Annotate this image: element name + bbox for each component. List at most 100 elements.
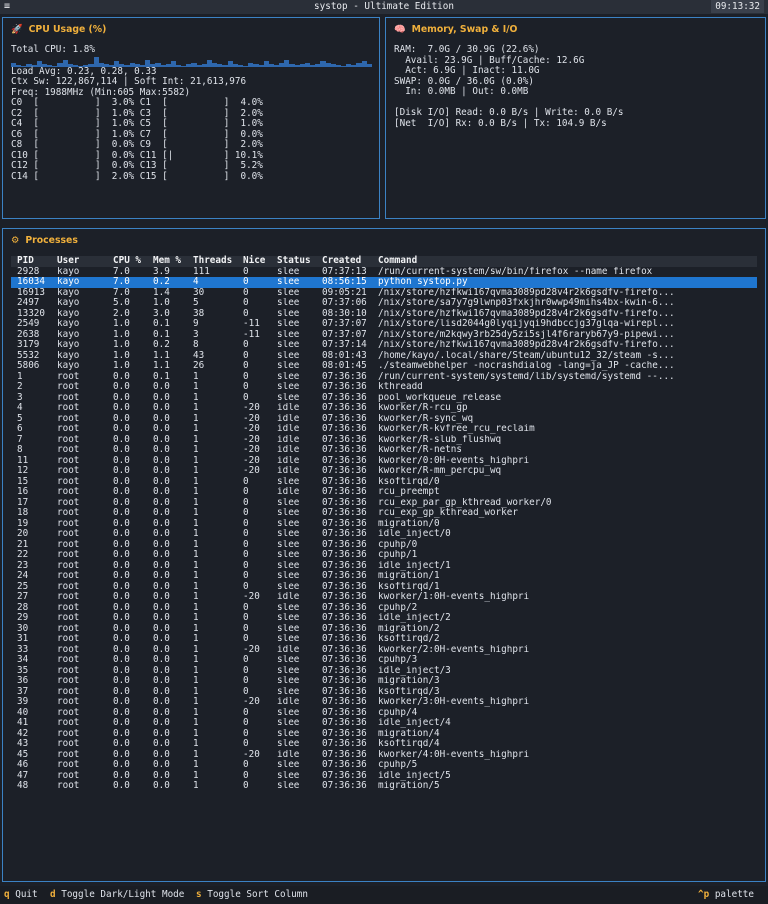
table-row[interactable]: 35 root 0.0 0.0 1 0 slee 07:36:36 idle_inject/3 bbox=[11, 666, 757, 677]
table-cell: 1 bbox=[193, 665, 199, 676]
table-cell: 1 bbox=[193, 770, 199, 781]
table-row[interactable]: 27 root 0.0 0.0 1 -20 idle 07:36:36 kworker/1:0H… bbox=[11, 592, 757, 603]
table-row[interactable]: 2549 kayo 1.0 0.1 9 -11 slee 07:37:07/nix/store… bbox=[11, 319, 757, 330]
table-row[interactable]: 48 root 0.0 0.0 1 0 slee 07:36:36 migration/5 bbox=[11, 781, 757, 792]
process-table[interactable]: PID User CPU % Mem % Threads Nice Status Create… bbox=[11, 255, 757, 792]
table-row[interactable]: 21 root 0.0 0.0 1 0 slee 07:36:36 cpuhp/0 bbox=[11, 540, 757, 551]
table-row[interactable]: 33 root 0.0 0.0 1 -20 idle 07:36:36 kworker/2:0H… bbox=[11, 645, 757, 656]
table-cell: 111 bbox=[193, 266, 210, 277]
column-header[interactable]: PID bbox=[11, 255, 51, 267]
quit-binding[interactable]: q Quit bbox=[4, 889, 38, 900]
table-row[interactable]: 12 root 0.0 0.0 1 -20 idle 07:36:36 kworker/R-mm… bbox=[11, 466, 757, 477]
table-row[interactable]: 28 root 0.0 0.0 1 0 slee 07:36:36 cpuhp/2 bbox=[11, 603, 757, 614]
table-cell: 1 bbox=[193, 623, 199, 634]
table-row[interactable]: 8 root 0.0 0.0 1 -20 idle 07:36:36 kworker/R-net… bbox=[11, 445, 757, 456]
table-row[interactable]: 46 root 0.0 0.0 1 0 slee 07:36:36 cpuhp/5 bbox=[11, 760, 757, 771]
table-cell: 0 bbox=[243, 550, 249, 560]
table-row[interactable]: 3179 kayo 1.0 0.2 8 0 slee 07:37:14/nix/store/h… bbox=[11, 340, 757, 351]
table-row[interactable]: 4 root 0.0 0.0 1 -20 idle 07:36:36 kworker/R-rcu… bbox=[11, 403, 757, 414]
column-header[interactable]: Mem % bbox=[147, 255, 187, 267]
table-cell: 30 bbox=[193, 287, 205, 298]
palette-binding[interactable]: ^p palette bbox=[698, 889, 754, 900]
table-row[interactable]: 39 root 0.0 0.0 1 -20 idle 07:36:36 kworker/3:0H… bbox=[11, 697, 757, 708]
table-row[interactable]: 5532 kayo 1.0 1.1 43 0 slee 08:01:43/home/kayo/… bbox=[11, 351, 757, 362]
table-cell: 1 bbox=[193, 571, 199, 581]
table-row[interactable]: 2928 kayo 7.0 3.9 111 0 slee 07:37:13/run/curre… bbox=[11, 267, 757, 278]
table-row[interactable]: 43 root 0.0 0.0 1 0 slee 07:36:36 ksoftirqd/4 bbox=[11, 739, 757, 750]
table-cell: 0.0 bbox=[113, 476, 130, 487]
table-cell: kworker/2:0H-events_highpri bbox=[378, 644, 530, 655]
table-row[interactable]: 47 root 0.0 0.0 1 0 slee 07:36:36 idle_inject/5 bbox=[11, 771, 757, 782]
table-row[interactable]: 15 root 0.0 0.0 1 0 slee 07:36:36 ksoftirqd/0 bbox=[11, 477, 757, 488]
table-row[interactable]: 16913 kayo 7.0 1.4 30 0 slee 09:05:21/nix/store… bbox=[11, 288, 757, 299]
column-header[interactable]: Threads bbox=[187, 255, 237, 267]
table-row[interactable]: 23 root 0.0 0.0 1 0 slee 07:36:36 idle_inject/1 bbox=[11, 561, 757, 572]
table-cell: 0.0 bbox=[113, 445, 130, 455]
table-row[interactable]: 34 root 0.0 0.0 1 0 slee 07:36:36 cpuhp/3 bbox=[11, 655, 757, 666]
core-row: C0 [ ] 3.0% C1 [ ] 4.0% bbox=[11, 97, 263, 108]
table-cell: 0.0 bbox=[113, 644, 130, 655]
table-cell: root bbox=[57, 539, 80, 550]
table-row[interactable]: 29 root 0.0 0.0 1 0 slee 07:36:36 idle_inject/2 bbox=[11, 613, 757, 624]
table-row[interactable]: 2497 kayo 5.0 1.0 5 0 slee 07:37:06/nix/store/s… bbox=[11, 298, 757, 309]
table-row[interactable]: 1 root 0.0 0.1 1 0 slee 07:36:36/run/current-sy… bbox=[11, 372, 757, 383]
table-row[interactable]: 20 root 0.0 0.0 1 0 slee 07:36:36 idle_inject/0 bbox=[11, 529, 757, 540]
table-row[interactable]: 19 root 0.0 0.0 1 0 slee 07:36:36 migration/0 bbox=[11, 519, 757, 530]
table-row[interactable]: 2 root 0.0 0.0 1 0 slee 07:36:36 kthreadd bbox=[11, 382, 757, 393]
table-row[interactable]: 16 root 0.0 0.0 1 0 idle 07:36:36 rcu_preempt bbox=[11, 487, 757, 498]
table-row[interactable]: 40 root 0.0 0.0 1 0 slee 07:36:36 cpuhp/4 bbox=[11, 708, 757, 719]
column-header[interactable]: Created bbox=[316, 255, 372, 267]
table-cell: 0.0 bbox=[153, 571, 170, 581]
theme-binding[interactable]: d Toggle Dark/Light Mode bbox=[50, 889, 184, 900]
table-row[interactable]: 36 root 0.0 0.0 1 0 slee 07:36:36 migration/3 bbox=[11, 676, 757, 687]
table-row[interactable]: 22 root 0.0 0.0 1 0 slee 07:36:36 cpuhp/1 bbox=[11, 550, 757, 561]
table-row[interactable]: 24 root 0.0 0.0 1 0 slee 07:36:36 migration/1 bbox=[11, 571, 757, 582]
column-header[interactable]: User bbox=[51, 255, 107, 267]
table-row[interactable]: 11 root 0.0 0.0 1 -20 idle 07:36:36 kworker/0:0H… bbox=[11, 456, 757, 467]
table-cell: slee bbox=[277, 361, 300, 371]
sort-binding[interactable]: s Toggle Sort Column bbox=[196, 889, 308, 900]
table-row[interactable]: 37 root 0.0 0.0 1 0 slee 07:36:36 ksoftirqd/3 bbox=[11, 687, 757, 698]
table-cell: 0 bbox=[243, 350, 249, 361]
column-header[interactable]: CPU % bbox=[107, 255, 147, 267]
column-header[interactable]: Nice bbox=[237, 255, 271, 267]
table-row[interactable]: 16034 kayo 7.0 0.2 4 0 slee 08:56:15 python syst… bbox=[11, 277, 757, 288]
table-cell: 07:36:36 bbox=[322, 613, 367, 623]
table-row[interactable]: 17 root 0.0 0.0 1 0 slee 07:36:36 rcu_exp_par_gp… bbox=[11, 498, 757, 509]
table-cell: -20 bbox=[243, 749, 260, 760]
table-cell: 15 bbox=[17, 476, 29, 487]
table-row[interactable]: 41 root 0.0 0.0 1 0 slee 07:36:36 idle_inject/4 bbox=[11, 718, 757, 729]
table-cell: 0 bbox=[243, 266, 249, 277]
table-row[interactable]: 3 root 0.0 0.0 1 0 slee 07:36:36 pool_workqueue_… bbox=[11, 393, 757, 404]
table-cell: 07:36:36 bbox=[322, 676, 367, 686]
table-cell: /nix/store/lisd2044g0lyqijyqi9hdbccjg37g… bbox=[378, 319, 675, 329]
table-row[interactable]: 13320 kayo 2.0 3.0 38 0 slee 08:30:10/nix/store… bbox=[11, 309, 757, 320]
table-row[interactable]: 5806 kayo 1.0 1.1 26 0 slee 08:01:45 ./steamwebh… bbox=[11, 361, 757, 372]
table-row[interactable]: 7 root 0.0 0.0 1 -20 idle 07:36:36 kworker/R-slu… bbox=[11, 435, 757, 446]
table-cell: slee bbox=[277, 770, 300, 781]
table-row[interactable]: 30 root 0.0 0.0 1 0 slee 07:36:36 migration/2 bbox=[11, 624, 757, 635]
table-row[interactable]: 25 root 0.0 0.0 1 0 slee 07:36:36 ksoftirqd/1 bbox=[11, 582, 757, 593]
memory-panel: 🧠 Memory, Swap & I/O RAM: 7.0G / 30.9G (2… bbox=[385, 17, 766, 219]
column-header[interactable]: Command bbox=[372, 255, 757, 267]
table-cell: 24 bbox=[17, 571, 29, 581]
column-header[interactable]: Status bbox=[271, 255, 316, 267]
table-cell: kworker/4:0H-events_highpri bbox=[378, 749, 530, 760]
table-cell: 0.0 bbox=[153, 413, 170, 424]
table-cell: ksoftirqd/4 bbox=[378, 739, 440, 749]
table-cell: slee bbox=[277, 308, 300, 319]
table-cell: 0.0 bbox=[153, 634, 170, 644]
table-row[interactable]: 2638 kayo 1.0 0.1 3 -11 slee 07:37:07/nix/store… bbox=[11, 330, 757, 341]
table-cell: 0 bbox=[243, 781, 249, 791]
table-row[interactable]: 45 root 0.0 0.0 1 -20 idle 07:36:36 kworker/4:0H… bbox=[11, 750, 757, 761]
table-cell: root bbox=[57, 413, 80, 424]
table-cell: 07:36:36 bbox=[322, 592, 367, 602]
table-row[interactable]: 31 root 0.0 0.0 1 0 slee 07:36:36 ksoftirqd/2 bbox=[11, 634, 757, 645]
table-row[interactable]: 18 root 0.0 0.0 1 0 slee 07:36:36 rcu_exp_gp_kth… bbox=[11, 508, 757, 519]
table-row[interactable]: 42 root 0.0 0.0 1 0 slee 07:36:36 migration/4 bbox=[11, 729, 757, 740]
table-cell: idle bbox=[277, 466, 300, 476]
table-row[interactable]: 6 root 0.0 0.0 1 -20 idle 07:36:36 kworker/R-kvf… bbox=[11, 424, 757, 435]
table-row[interactable]: 5 root 0.0 0.0 1 -20 idle 07:36:36 kworker/R-syn… bbox=[11, 414, 757, 425]
table-cell: 07:36:36 bbox=[322, 424, 367, 434]
table-cell: 0.1 bbox=[153, 329, 170, 340]
